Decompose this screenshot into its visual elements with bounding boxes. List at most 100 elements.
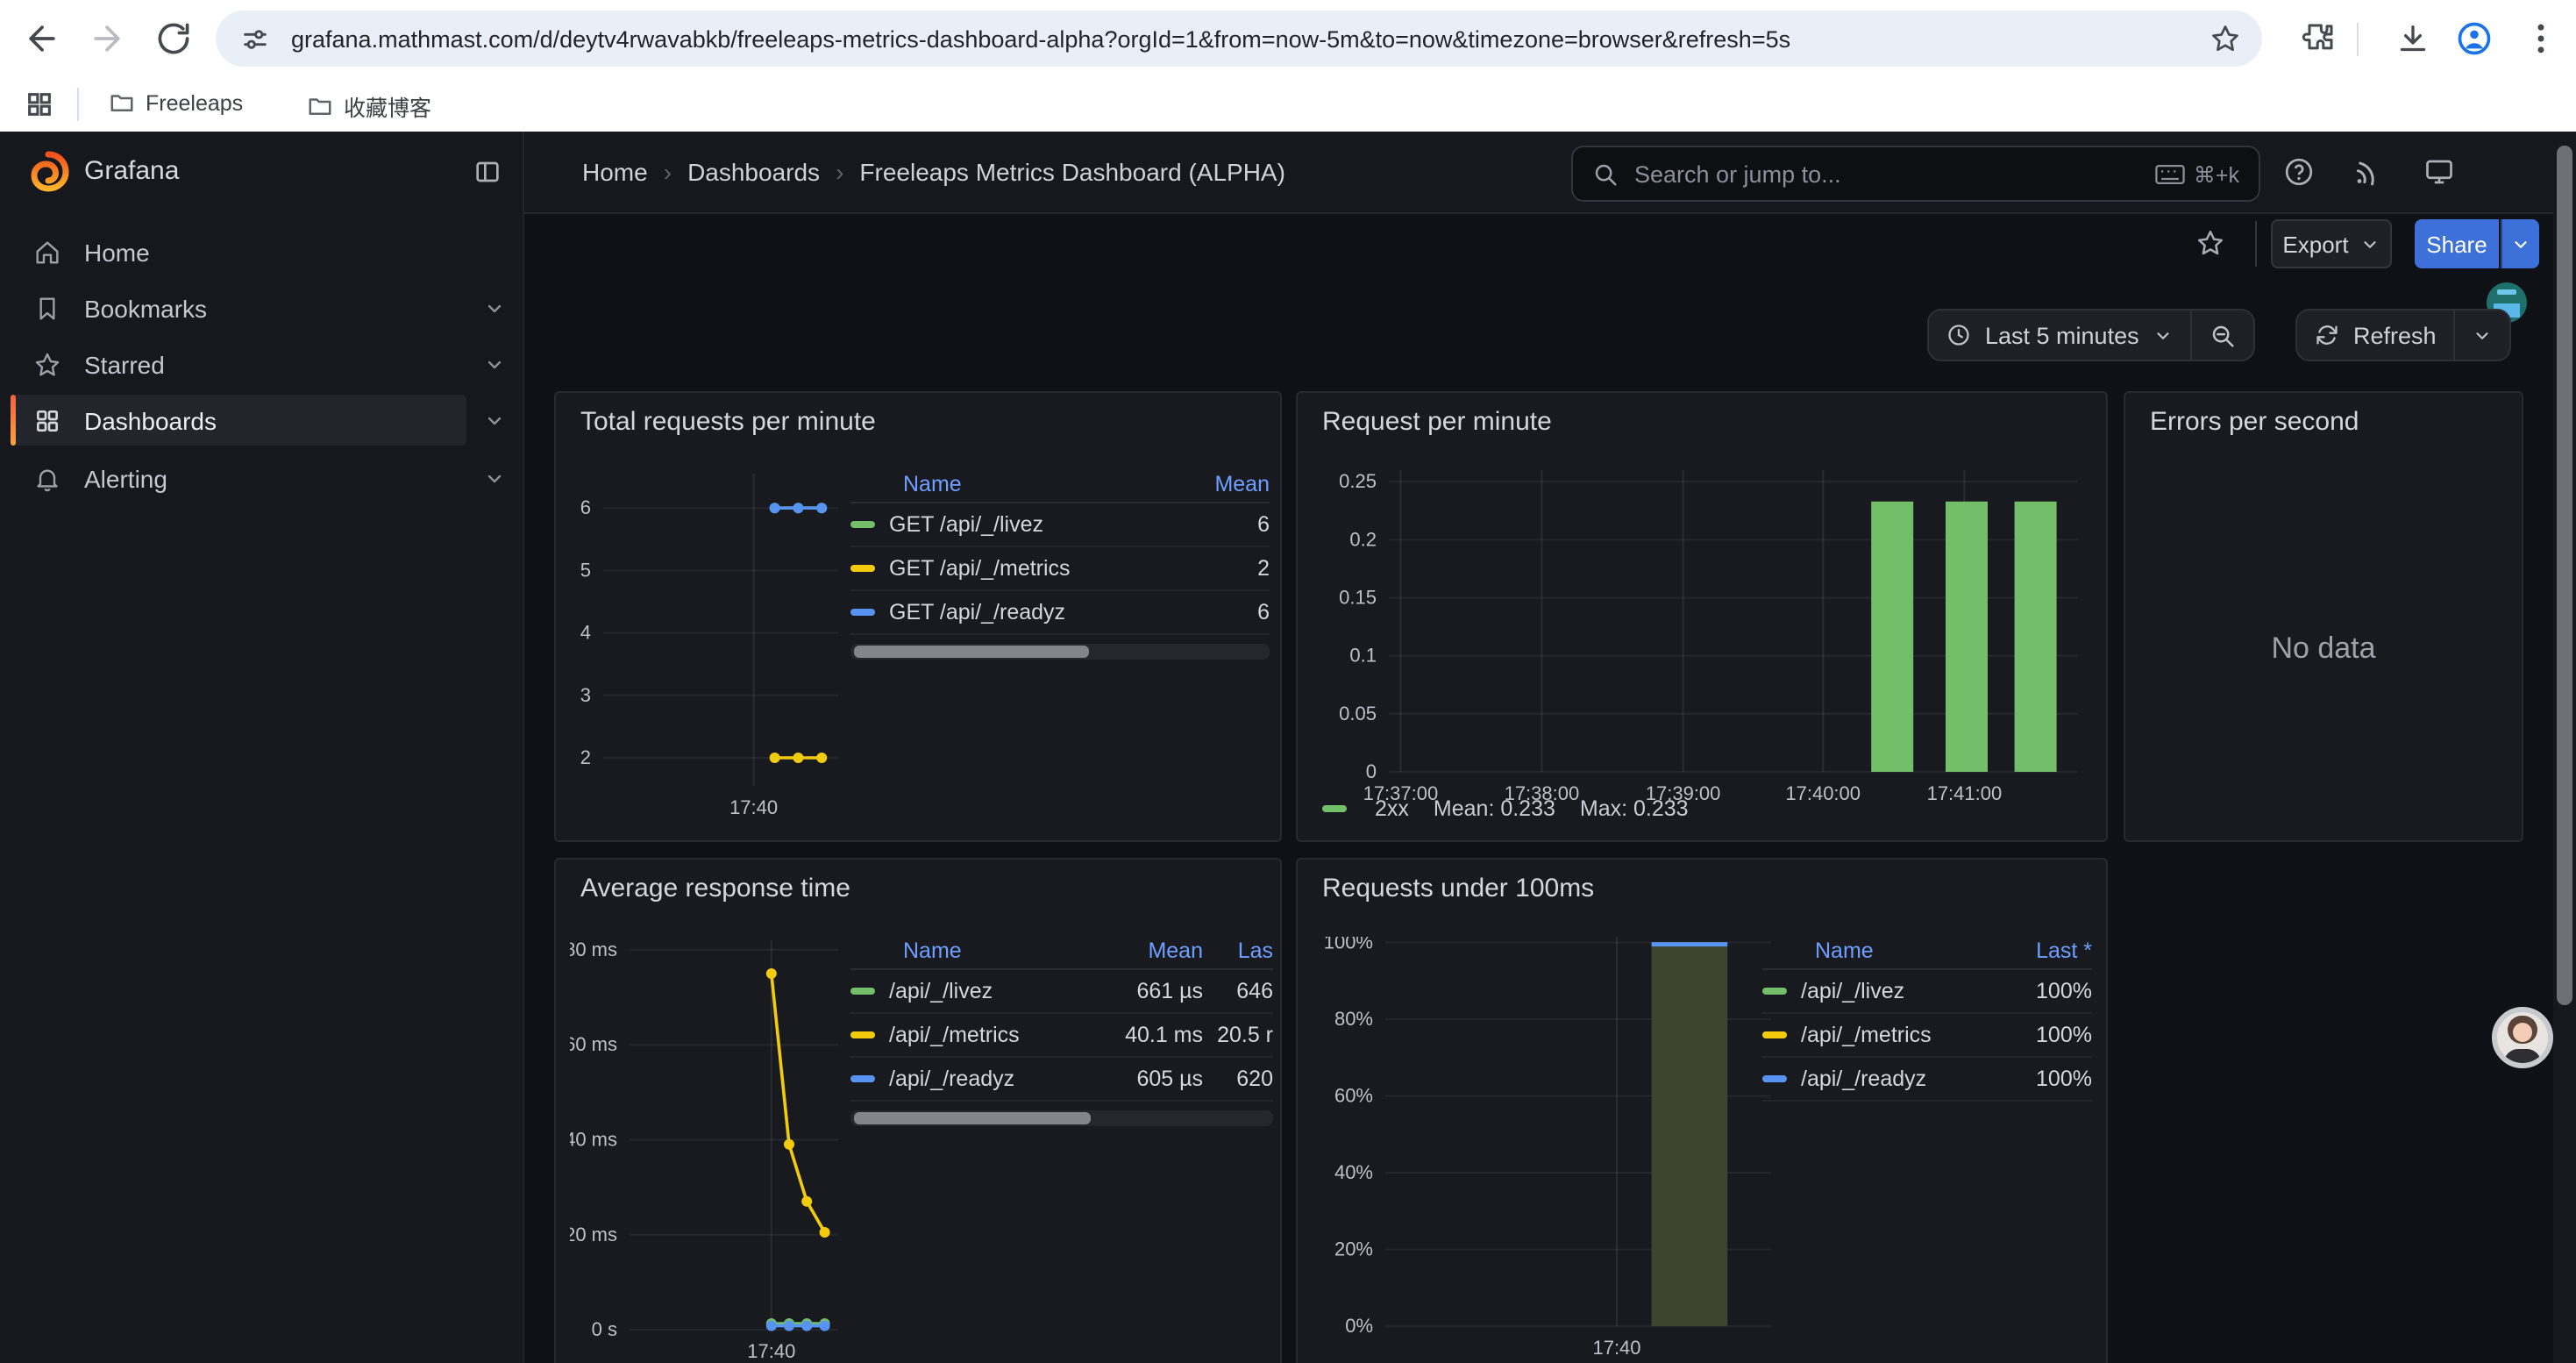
avatar-art xyxy=(2513,1023,2532,1042)
chart-request-per-minute[interactable]: 0.250.20.150.10.05017:37:0017:38:0017:39… xyxy=(1315,470,2092,814)
sidebar-toggle-icon[interactable] xyxy=(473,158,502,186)
legend-table-row: GET /api/_/livez6 xyxy=(850,503,1270,547)
bookmark-folder[interactable]: Freeleaps xyxy=(109,89,243,116)
sidebar-item-home[interactable]: Home xyxy=(11,226,466,277)
reload-icon[interactable] xyxy=(154,19,193,58)
series-name[interactable]: /api/_/livez xyxy=(1801,979,1904,1003)
apps-grid-icon[interactable] xyxy=(25,89,54,119)
svg-text:0.15: 0.15 xyxy=(1339,587,1377,609)
bookmarks-divider xyxy=(77,88,79,121)
breadcrumb-item[interactable]: Home xyxy=(582,158,648,186)
monitor-icon[interactable] xyxy=(2423,156,2455,188)
table-scrollbar xyxy=(850,1110,1273,1126)
scrollbar-thumb[interactable] xyxy=(854,646,1089,658)
chart-average-response-time[interactable]: 80 ms60 ms40 ms20 ms0 s17:40 xyxy=(570,940,847,1363)
chart-canvas[interactable]: 0.250.20.150.10.05017:37:0017:38:0017:39… xyxy=(1315,470,2092,814)
panel-title[interactable]: Requests under 100ms xyxy=(1322,874,1594,903)
toolbar-divider xyxy=(2357,23,2359,56)
help-icon[interactable] xyxy=(2283,156,2315,188)
series-value: 2 xyxy=(1171,556,1270,581)
search-input[interactable]: Search or jump to... ⌘+k xyxy=(1571,146,2260,202)
column-header[interactable]: Mean xyxy=(1094,938,1203,963)
back-icon[interactable] xyxy=(23,19,61,58)
rss-news-icon[interactable] xyxy=(2352,156,2383,188)
zoom-out-button[interactable] xyxy=(2192,310,2253,360)
chevron-down-icon xyxy=(2511,234,2530,253)
url-text[interactable]: grafana.mathmast.com/d/deytv4rwavabkb/fr… xyxy=(291,25,2188,52)
refresh-button[interactable]: Refresh xyxy=(2297,310,2454,360)
svg-text:0.2: 0.2 xyxy=(1349,528,1377,550)
column-header[interactable]: Last * xyxy=(2001,938,2092,963)
brand-name[interactable]: Grafana xyxy=(84,156,179,186)
panel-title[interactable]: Errors per second xyxy=(2150,407,2359,437)
breadcrumb-item[interactable]: Freeleaps Metrics Dashboard (ALPHA) xyxy=(859,158,1285,186)
column-header[interactable]: Las xyxy=(1203,938,1273,963)
column-header[interactable]: Mean xyxy=(1171,472,1270,496)
chart-canvas[interactable]: 6543217:40 xyxy=(570,474,847,824)
svg-text:17:40:00: 17:40:00 xyxy=(1785,782,1861,804)
series-name[interactable]: /api/_/metrics xyxy=(1801,1023,1932,1047)
chevron-down-icon[interactable] xyxy=(484,468,505,489)
series-name[interactable]: GET /api/_/livez xyxy=(889,512,1043,537)
bookmark-star-icon[interactable] xyxy=(2210,23,2241,54)
sidebar-item-alerting[interactable]: Alerting xyxy=(11,453,466,503)
column-header[interactable]: Name xyxy=(1762,938,2001,963)
series-name[interactable]: /api/_/metrics xyxy=(889,1023,1020,1047)
forward-icon[interactable] xyxy=(88,19,126,58)
extensions-icon[interactable] xyxy=(2301,21,2336,56)
clock-icon xyxy=(1946,323,1971,347)
refresh-interval-dropdown[interactable] xyxy=(2456,310,2510,360)
site-settings-icon[interactable] xyxy=(240,24,270,54)
chevron-down-icon[interactable] xyxy=(484,354,505,375)
legend-table-row: /api/_/readyz 100% xyxy=(1762,1058,2092,1102)
download-icon[interactable] xyxy=(2395,21,2430,56)
grafana-logo-icon[interactable] xyxy=(26,149,70,193)
column-header[interactable]: Name xyxy=(850,472,1171,496)
scrollbar-thumb[interactable] xyxy=(2557,146,2572,1005)
panel-title[interactable]: Average response time xyxy=(580,874,850,903)
sidebar-item-dashboards[interactable]: Dashboards xyxy=(11,395,466,446)
folder-icon xyxy=(109,89,135,116)
legend-table-row: /api/_/readyz605 µs620 xyxy=(850,1058,1273,1102)
breadcrumb-item[interactable]: Dashboards xyxy=(687,158,820,186)
active-indicator xyxy=(11,395,16,446)
bookmarks-bar: Freeleaps 收藏博客 xyxy=(0,79,2576,133)
series-value: 646 xyxy=(1203,979,1273,1003)
series-value: 100% xyxy=(2001,1067,2092,1091)
bookmark-folder-label: 收藏博客 xyxy=(344,89,431,123)
legend-table-row: GET /api/_/readyz6 xyxy=(850,591,1270,635)
export-button[interactable]: Export xyxy=(2271,219,2392,268)
series-swatch xyxy=(850,988,875,995)
series-name[interactable]: GET /api/_/readyz xyxy=(889,600,1065,624)
sidebar-item-starred[interactable]: Starred xyxy=(11,339,466,389)
url-bar[interactable]: grafana.mathmast.com/d/deytv4rwavabkb/fr… xyxy=(216,11,2262,67)
favorite-star-icon[interactable] xyxy=(2195,228,2225,258)
time-range-picker[interactable]: Last 5 minutes xyxy=(1929,310,2190,360)
series-name[interactable]: /api/_/readyz xyxy=(1801,1067,1926,1091)
chevron-down-icon[interactable] xyxy=(484,298,505,319)
share-button[interactable]: Share xyxy=(2415,219,2499,268)
chart-total-requests[interactable]: 6543217:40 xyxy=(570,474,847,824)
scrollbar-thumb[interactable] xyxy=(854,1112,1091,1124)
series-name[interactable]: /api/_/readyz xyxy=(889,1067,1014,1091)
chart-requests-under-100ms[interactable]: 100%80%60%40%20%0%17:40 xyxy=(1315,937,1785,1363)
panel-title[interactable]: Request per minute xyxy=(1322,407,1552,437)
floating-assistant-avatar[interactable] xyxy=(2492,1007,2553,1068)
breadcrumb-separator: › xyxy=(836,158,843,186)
chart-canvas[interactable]: 80 ms60 ms40 ms20 ms0 s17:40 xyxy=(570,940,847,1363)
profile-icon[interactable] xyxy=(2455,19,2494,58)
sidebar-item-label: Starred xyxy=(84,350,165,378)
column-header[interactable]: Name xyxy=(850,938,1094,963)
menu-kebab-icon[interactable] xyxy=(2522,19,2560,58)
svg-text:17:41:00: 17:41:00 xyxy=(1927,782,2003,804)
chart-canvas[interactable]: 100%80%60%40%20%0%17:40 xyxy=(1315,937,1785,1363)
chevron-down-icon[interactable] xyxy=(484,410,505,432)
svg-text:40 ms: 40 ms xyxy=(570,1128,617,1150)
series-name[interactable]: /api/_/livez xyxy=(889,979,993,1003)
panel-title[interactable]: Total requests per minute xyxy=(580,407,876,437)
series-name[interactable]: GET /api/_/metrics xyxy=(889,556,1071,581)
sidebar-item-bookmarks[interactable]: Bookmarks xyxy=(11,282,466,333)
bookmark-folder[interactable]: 收藏博客 xyxy=(307,89,431,123)
share-options-button[interactable] xyxy=(2501,219,2539,268)
legend-item-2xx[interactable]: 2xx xyxy=(1322,796,1409,821)
